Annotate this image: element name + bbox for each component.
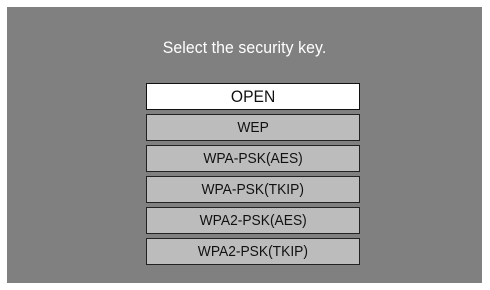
option-wpa2-psk-aes-label: WPA2-PSK(AES) xyxy=(199,212,307,229)
option-wpa2-psk-aes[interactable]: WPA2-PSK(AES) xyxy=(146,207,360,234)
option-wep[interactable]: WEP xyxy=(146,114,360,141)
option-wpa-psk-tkip-label: WPA-PSK(TKIP) xyxy=(201,181,305,198)
option-wep-label: WEP xyxy=(237,119,269,136)
security-key-screen: Select the security key. OPEN WEP WPA-PS… xyxy=(7,7,482,283)
option-wpa-psk-aes-label: WPA-PSK(AES) xyxy=(203,150,303,167)
option-open-label: OPEN xyxy=(230,87,276,106)
option-open[interactable]: OPEN xyxy=(146,83,360,110)
screen-title: Select the security key. xyxy=(162,38,327,57)
option-wpa-psk-tkip[interactable]: WPA-PSK(TKIP) xyxy=(146,176,360,203)
option-wpa2-psk-tkip-label: WPA2-PSK(TKIP) xyxy=(197,243,309,260)
option-wpa2-psk-tkip[interactable]: WPA2-PSK(TKIP) xyxy=(146,238,360,265)
security-key-options: OPEN WEP WPA-PSK(AES) WPA-PSK(TKIP) WPA2… xyxy=(146,83,360,269)
option-wpa-psk-aes[interactable]: WPA-PSK(AES) xyxy=(146,145,360,172)
